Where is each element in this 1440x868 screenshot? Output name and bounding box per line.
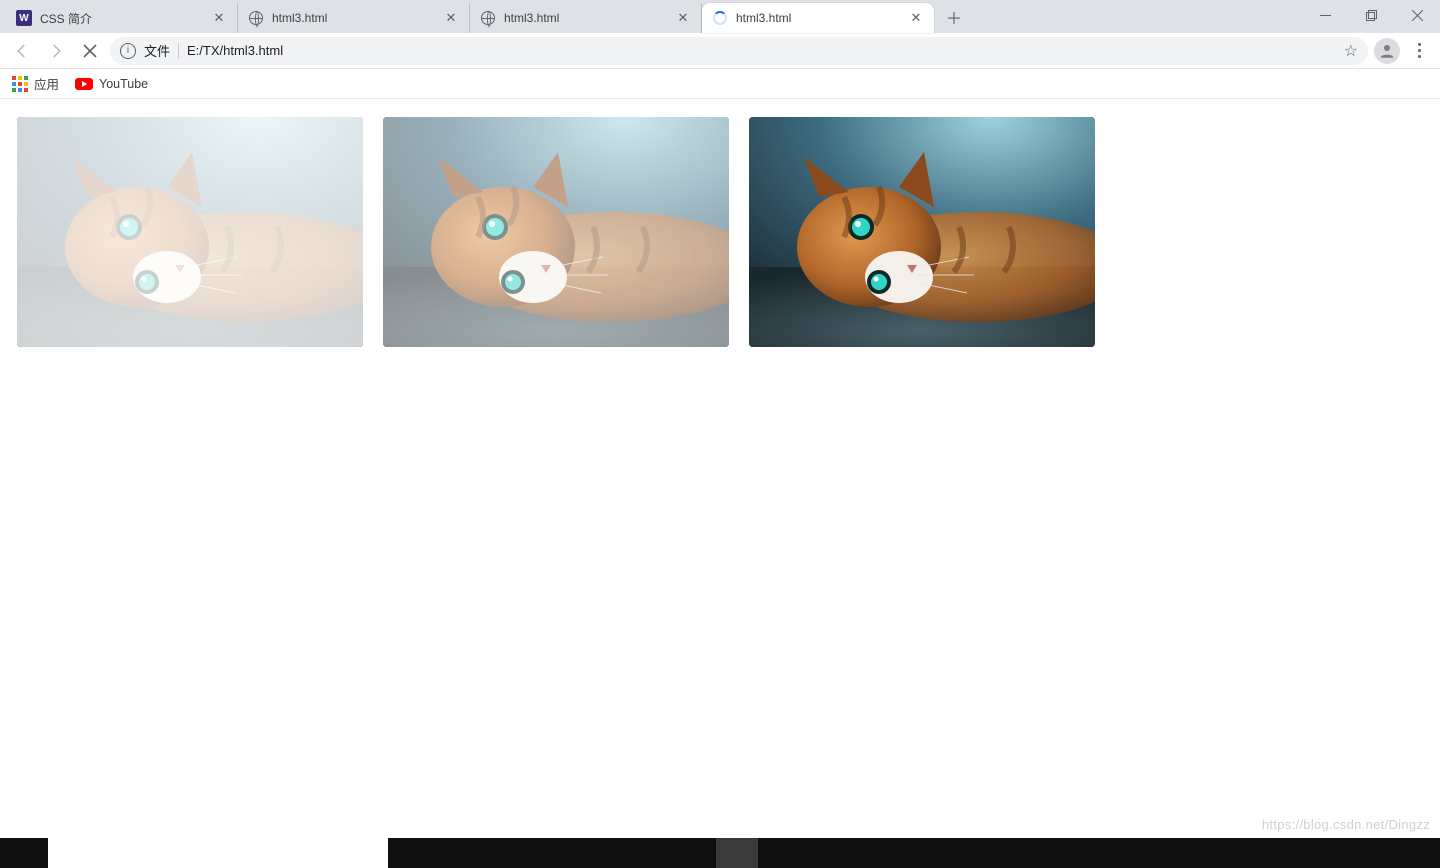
window-controls	[1302, 0, 1440, 30]
tab-css-intro[interactable]: W CSS 简介 ✕	[6, 3, 238, 33]
windows-taskbar[interactable]	[0, 838, 1440, 868]
profile-avatar-button[interactable]	[1374, 38, 1400, 64]
youtube-icon	[75, 78, 93, 90]
image-2	[383, 117, 729, 347]
favicon-globe-icon	[248, 10, 264, 26]
tab-html3-1[interactable]: html3.html ✕	[238, 3, 470, 33]
site-info-icon[interactable]: i	[120, 43, 136, 59]
tab-title: html3.html	[736, 11, 908, 25]
browser-tab-strip: W CSS 简介 ✕ html3.html ✕ html3.html ✕ htm…	[0, 0, 1440, 33]
favicon-w3-icon: W	[16, 10, 32, 26]
close-icon[interactable]: ✕	[211, 10, 227, 26]
close-window-button[interactable]	[1394, 0, 1440, 30]
tab-title: html3.html	[272, 11, 443, 25]
close-icon[interactable]: ✕	[443, 10, 459, 26]
close-icon[interactable]: ✕	[675, 10, 691, 26]
address-bar[interactable]: i 文件 E:/TX/html3.html ☆	[110, 37, 1368, 65]
tab-html3-active[interactable]: html3.html ✕	[702, 3, 934, 33]
image-1	[17, 117, 363, 347]
taskbar-segment	[48, 838, 388, 868]
new-tab-button[interactable]: ＋	[940, 3, 968, 31]
address-source-label: 文件	[144, 41, 170, 60]
opacity-overlay	[383, 117, 729, 347]
bookmarks-bar: 应用 YouTube	[0, 69, 1440, 99]
tab-title: html3.html	[504, 11, 675, 25]
minimize-button[interactable]	[1302, 0, 1348, 30]
chrome-menu-button[interactable]	[1410, 43, 1428, 58]
forward-button[interactable]	[42, 37, 70, 65]
close-icon[interactable]: ✕	[908, 10, 924, 26]
tab-title: CSS 简介	[40, 10, 211, 27]
image-3	[749, 117, 1095, 347]
apps-shortcut[interactable]: 应用	[12, 74, 59, 93]
bookmark-label: YouTube	[99, 77, 148, 91]
back-button[interactable]	[8, 37, 36, 65]
favicon-loading-icon	[712, 10, 728, 26]
tab-html3-2[interactable]: html3.html ✕	[470, 3, 702, 33]
divider	[178, 43, 179, 59]
page-content	[0, 99, 1440, 365]
address-url: E:/TX/html3.html	[187, 43, 283, 58]
apps-grid-icon	[12, 76, 28, 92]
watermark-text: https://blog.csdn.net/Dingzz	[1262, 817, 1430, 832]
apps-label: 应用	[34, 74, 59, 93]
bookmark-youtube[interactable]: YouTube	[75, 77, 148, 91]
maximize-button[interactable]	[1348, 0, 1394, 30]
stop-reload-button[interactable]	[76, 37, 104, 65]
opacity-overlay	[17, 117, 363, 347]
browser-toolbar: i 文件 E:/TX/html3.html ☆	[0, 33, 1440, 69]
favicon-globe-icon	[480, 10, 496, 26]
bookmark-star-icon[interactable]: ☆	[1344, 41, 1358, 61]
taskbar-segment	[716, 838, 758, 868]
